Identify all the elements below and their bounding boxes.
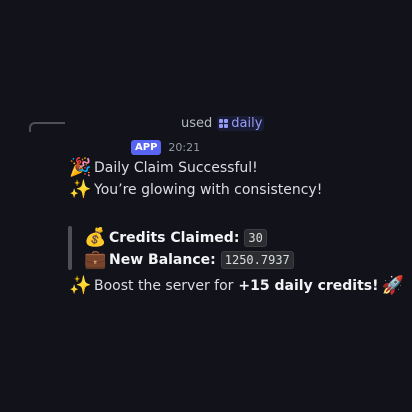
- claim-success-text: Daily Claim Successful!: [94, 160, 258, 176]
- new-balance-line: 💼 New Balance: 1250.7937: [84, 249, 294, 271]
- sparkles-icon: ✨: [69, 179, 92, 200]
- reply-spine: [29, 122, 65, 132]
- used-label: used: [181, 115, 213, 131]
- message-timestamp[interactable]: 20:21: [168, 141, 200, 154]
- slash-command-icon: [219, 118, 229, 128]
- app-badge: APP: [131, 139, 162, 155]
- credits-claimed-line: 💰 Credits Claimed: 30: [84, 227, 267, 249]
- boost-line: ✨ Boost the server for +15 daily credits…: [69, 275, 407, 297]
- message-line-glowing: ✨ You’re glowing with consistency!: [69, 179, 322, 201]
- command-name: daily: [231, 115, 263, 131]
- command-mention[interactable]: daily: [217, 115, 265, 131]
- boost-bold-text: +15 daily credits!: [238, 278, 379, 294]
- credits-claimed-label: Credits Claimed:: [109, 230, 240, 246]
- sparkles-icon: ✨: [69, 275, 92, 296]
- credits-claimed-value: 30: [244, 229, 267, 247]
- new-balance-label: New Balance:: [109, 252, 216, 268]
- message-header: APP 20:21: [131, 138, 200, 156]
- command-reply-line: used daily: [181, 114, 265, 132]
- rocket-icon: 🚀: [381, 275, 404, 296]
- boost-prefix-text: Boost the server for: [94, 278, 234, 294]
- briefcase-icon: 💼: [84, 249, 107, 270]
- chat-canvas: used daily APP 20:21 🎉 Daily Claim Succe…: [0, 0, 412, 412]
- block-quote-bar: [68, 226, 72, 270]
- new-balance-value: 1250.7937: [220, 251, 294, 269]
- money-bag-icon: 💰: [84, 227, 107, 248]
- glowing-text: You’re glowing with consistency!: [94, 182, 323, 198]
- message-line-claim: 🎉 Daily Claim Successful!: [69, 157, 258, 179]
- party-popper-icon: 🎉: [69, 157, 92, 178]
